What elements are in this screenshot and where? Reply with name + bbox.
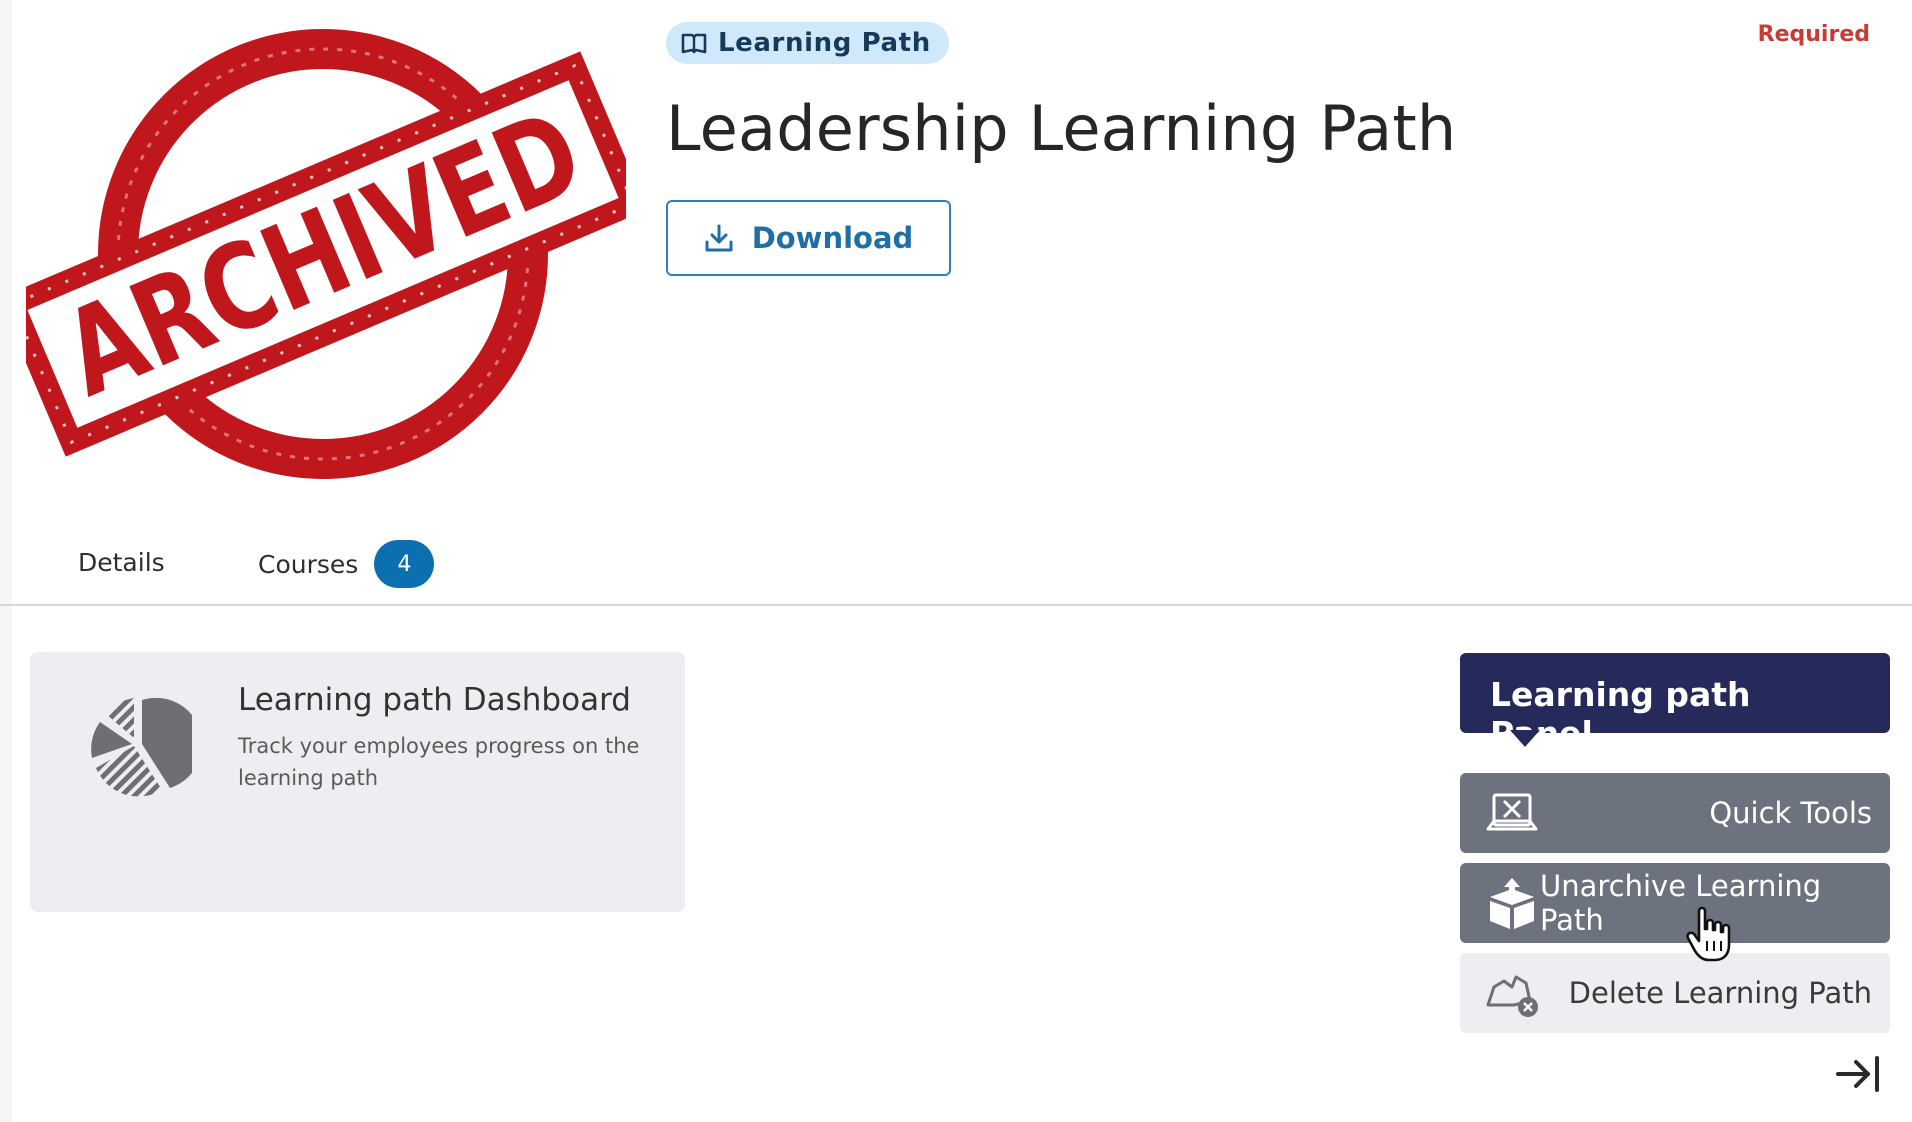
archived-stamp-image: ARCHIVED [26,29,626,479]
book-icon [681,33,707,54]
unarchive-learning-path-button[interactable]: Unarchive Learning Path [1460,863,1890,943]
tab-details[interactable]: Details [78,548,165,577]
page-title: Leadership Learning Path [666,92,1457,165]
learning-path-panel-header: Learning path Panel [1460,653,1890,753]
download-button-label: Download [751,221,914,255]
courses-count-badge: 4 [374,540,435,588]
collapse-panel-icon[interactable] [1834,1054,1882,1094]
learning-path-dashboard-card[interactable]: Learning path Dashboard Track your emplo… [30,652,685,912]
download-icon [705,224,733,252]
unarchive-box-icon [1490,878,1534,929]
quick-tools-label: Quick Tools [1709,796,1872,830]
delete-path-icon [1486,975,1538,1017]
download-button[interactable]: Download [666,200,951,276]
dashboard-card-title: Learning path Dashboard [238,682,631,718]
dashboard-card-description: Track your employees progress on the lea… [238,734,640,790]
tab-details-label: Details [78,548,165,577]
type-badge-label: Learning Path [718,28,931,58]
delete-label: Delete Learning Path [1568,976,1872,1010]
tab-bar: Details Courses 4 [0,520,1912,606]
required-label: Required [1757,22,1870,47]
quick-tools-button[interactable]: Quick Tools [1460,773,1890,853]
delete-learning-path-button[interactable]: Delete Learning Path [1460,953,1890,1033]
hand-pointer-cursor-icon [1686,906,1731,962]
learning-path-type-badge: Learning Path [666,22,949,64]
tab-courses-label: Courses [258,549,359,579]
pie-chart-icon [91,697,192,797]
panel-header-pointer [1510,730,1540,747]
quick-tools-icon [1486,793,1538,831]
tab-courses[interactable]: Courses 4 [258,540,435,588]
